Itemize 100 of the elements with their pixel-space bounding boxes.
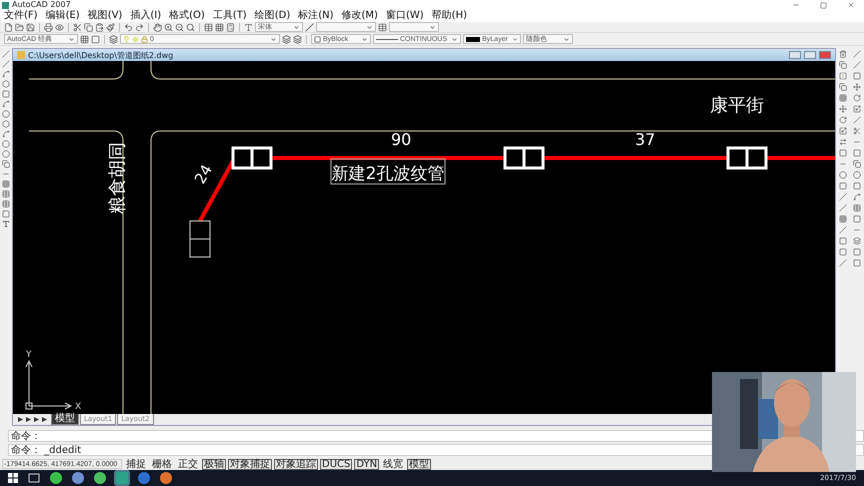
drawing-file-icon — [17, 51, 25, 59]
paste-icon[interactable] — [95, 22, 104, 32]
status-toggle[interactable]: 栅格 — [150, 458, 174, 470]
save-icon[interactable] — [26, 22, 35, 32]
street-label: 康平街 — [710, 95, 764, 116]
app-icon[interactable] — [50, 472, 62, 484]
table-style-icon[interactable] — [378, 22, 387, 32]
status-toggle[interactable]: 线宽 — [381, 458, 406, 470]
app-icon — [2, 2, 9, 8]
cut-icon[interactable] — [73, 22, 82, 32]
chat-icon[interactable] — [94, 472, 106, 484]
length-label: 90 — [391, 130, 412, 149]
layout-tab[interactable]: 模型 — [51, 414, 79, 425]
status-toggle[interactable]: 模型 — [407, 458, 432, 470]
caret-icon[interactable] — [563, 36, 570, 42]
folder-icon[interactable] — [15, 22, 24, 32]
zoom-in-icon[interactable] — [164, 22, 173, 32]
caret-icon[interactable] — [293, 24, 300, 30]
drawing-canvas[interactable]: 康平街 粮食胡同 90 37 24 新建2孔波纹管 Y X — [13, 61, 835, 414]
start-icon[interactable] — [8, 473, 18, 483]
minimize-button[interactable] — [789, 51, 801, 59]
text-style-icon[interactable] — [244, 22, 253, 32]
circle-icon[interactable] — [2, 110, 10, 118]
menu-item[interactable]: 插入(I) — [130, 10, 162, 22]
spline-icon[interactable] — [2, 130, 10, 138]
square-icon — [314, 36, 321, 42]
document-title: C:\Users\dell\Desktop\管道图纸2.dwg — [28, 50, 174, 60]
workspace-icon[interactable] — [80, 34, 89, 44]
brush-icon[interactable] — [106, 22, 115, 32]
grid-icon[interactable] — [215, 22, 224, 32]
caret-icon[interactable] — [68, 36, 75, 42]
menu-item[interactable]: 标注(N) — [298, 10, 334, 22]
block-icon[interactable] — [2, 160, 10, 168]
polygon-icon[interactable] — [2, 80, 10, 88]
rectangle-icon[interactable] — [2, 90, 10, 98]
table-icon[interactable] — [2, 190, 10, 198]
caret-icon[interactable] — [270, 36, 277, 42]
maximize-icon[interactable] — [820, 2, 827, 8]
window-title: AutoCAD 2007 — [12, 0, 72, 10]
app-icon[interactable] — [72, 472, 84, 484]
sun-icon — [132, 36, 139, 42]
small-manhole — [190, 220, 210, 258]
lightbulb-icon — [123, 36, 130, 42]
dimension-icon[interactable] — [305, 22, 314, 32]
line-sample — [376, 38, 398, 40]
polyline-icon[interactable] — [2, 70, 10, 78]
region-icon[interactable] — [2, 200, 10, 208]
status-toggle[interactable]: DYN — [354, 458, 380, 470]
menu-item[interactable]: 编辑(E) — [46, 10, 80, 22]
table-icon[interactable] — [204, 22, 213, 32]
preview-icon[interactable] — [55, 22, 64, 32]
status-toggle[interactable]: 极轴 — [202, 458, 226, 470]
globe-icon[interactable] — [138, 472, 150, 484]
menu-item[interactable]: 文件(F) — [4, 10, 38, 22]
pipe-label: 新建2孔波纹管 — [330, 158, 446, 184]
close-icon[interactable] — [847, 1, 855, 9]
line-icon[interactable] — [2, 60, 10, 68]
caret-icon[interactable] — [512, 36, 518, 42]
text-icon[interactable] — [2, 220, 10, 228]
menu-item[interactable]: 帮助(H) — [432, 10, 467, 22]
status-toggle[interactable]: 正交 — [176, 458, 200, 470]
caret-icon[interactable] — [429, 24, 436, 30]
layer-previous-icon[interactable] — [293, 34, 302, 44]
status-toggle[interactable]: 对象捕捉 — [228, 458, 272, 470]
menu-item[interactable]: 修改(M) — [342, 10, 378, 22]
status-toggle[interactable]: 对象追踪 — [274, 458, 318, 470]
lock-icon — [141, 36, 148, 42]
line-sample — [466, 36, 480, 42]
street-label: 粮食胡同 — [107, 142, 128, 214]
search-icon[interactable] — [186, 22, 195, 32]
redo-icon[interactable] — [135, 22, 144, 32]
new-file-icon[interactable] — [4, 22, 13, 32]
menu-item[interactable]: 工具(T) — [212, 10, 247, 22]
status-toggle[interactable]: 捕捉 — [124, 458, 148, 470]
menu-item[interactable]: 格式(O) — [169, 10, 205, 22]
cloud-icon[interactable] — [2, 120, 10, 128]
menu-item[interactable]: 视图(V) — [88, 10, 122, 22]
menu-item[interactable]: 窗口(W) — [386, 10, 424, 22]
ucs-icon — [26, 360, 72, 410]
restore-button[interactable] — [804, 51, 816, 59]
printer-icon[interactable] — [44, 22, 53, 32]
app-icon[interactable] — [160, 472, 172, 484]
zoom-out-icon[interactable] — [175, 22, 184, 32]
arc-icon[interactable] — [2, 100, 10, 108]
task-view-icon[interactable] — [28, 473, 40, 483]
square-icon[interactable] — [91, 34, 100, 44]
undo-icon[interactable] — [124, 22, 133, 32]
rectangle-icon[interactable] — [2, 210, 10, 218]
pan-icon[interactable] — [153, 22, 162, 32]
calculator-icon[interactable] — [226, 22, 235, 32]
copy-icon[interactable] — [84, 22, 93, 32]
length-label: 37 — [635, 130, 656, 149]
layers-icon[interactable] — [109, 34, 118, 44]
manhole — [726, 146, 768, 170]
line-icon[interactable] — [2, 50, 10, 58]
hatch-icon[interactable] — [2, 180, 10, 188]
layer-state-icon[interactable] — [282, 34, 291, 44]
caret-icon[interactable] — [451, 36, 458, 42]
status-toggle[interactable]: DUCS — [320, 458, 352, 470]
menu-item[interactable]: 绘图(D) — [254, 10, 290, 22]
